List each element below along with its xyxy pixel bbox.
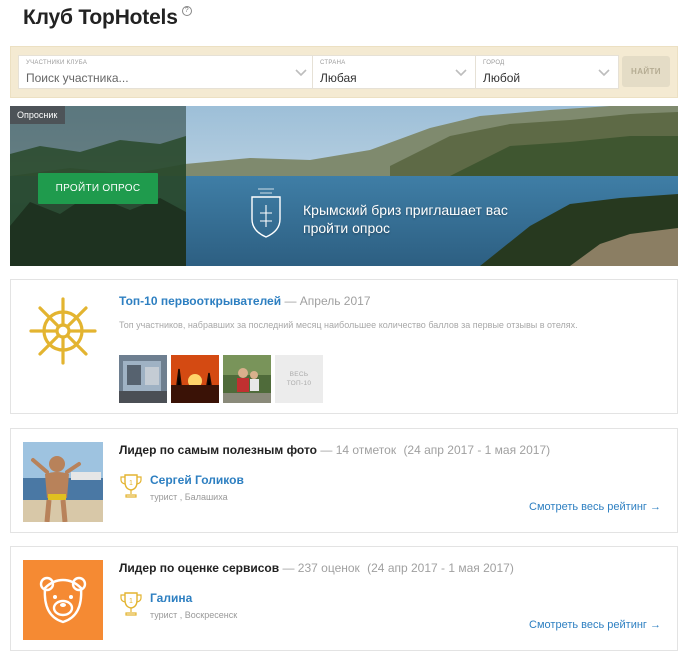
service-leader-dates: (24 апр 2017 - 1 мая 2017) [367,561,514,575]
member-search-field[interactable]: участники клуба Поиск участника... [18,55,316,89]
country-value: Любая [320,71,357,85]
top10-member-thumb[interactable] [119,355,167,403]
photo-leader-title: Лидер по самым полезным фото [119,443,318,457]
top10-description: Топ участников, набравших за последний м… [119,320,578,330]
member-photo [119,355,167,403]
trophy-icon: 1 [120,474,142,498]
view-all-line2: ТОП-10 [286,380,312,387]
take-survey-button[interactable]: ПРОЙТИ ОПРОС [38,173,158,204]
chevron-down-icon[interactable] [294,67,308,79]
chevron-down-icon[interactable] [454,67,468,79]
ship-wheel-icon [29,297,97,365]
photo-rating-link[interactable]: Смотреть весь рейтинг → [529,501,661,513]
city-label: город [483,60,505,66]
member-photo [171,355,219,403]
photo-leader-user-meta: турист , Балашиха [150,492,228,502]
page-title: Клуб TopHotels [23,6,178,29]
trophy-rank: 1 [129,598,133,605]
trophy-icon: 1 [120,592,142,616]
bear-avatar-icon [39,576,87,624]
photo-leader-title-line: Лидер по самым полезным фото — 14 отмето… [119,443,550,457]
service-leader-user-meta: турист , Воскресенск [150,610,238,620]
chevron-down-icon[interactable] [597,67,611,79]
service-leader-avatar[interactable] [23,560,103,640]
photo-leader-card: Лидер по самым полезным фото — 14 отмето… [10,428,678,533]
view-all-line1: ВЕСЬ [289,371,309,378]
banner-invitation-text: Крымский бриз приглашает вас пройти опро… [303,202,508,236]
banner-tag: Опросник [10,106,66,124]
top10-title-link[interactable]: Топ-10 первооткрывателей [119,294,281,308]
top10-thumbnails: ВЕСЬ ТОП-10 [119,355,323,403]
service-rating-link[interactable]: Смотреть весь рейтинг → [529,619,661,631]
member-search-input[interactable]: Поиск участника... [26,71,129,85]
photo-leader-count: — 14 отметок [320,443,397,457]
photo-leader-dates: (24 апр 2017 - 1 мая 2017) [403,443,551,457]
service-leader-card: Лидер по оценке сервисов — 237 оценок (2… [10,546,678,651]
top10-period: — Апрель 2017 [284,294,371,308]
top10-view-all-button[interactable]: ВЕСЬ ТОП-10 [275,355,323,403]
city-select[interactable]: город Любой [475,55,619,89]
trophy-rank: 1 [129,480,133,487]
leader-avatar [23,442,103,522]
help-icon[interactable]: ? [181,6,192,16]
coat-of-arms-icon [251,188,281,238]
page-header: Клуб TopHotels ? [23,4,192,34]
member-search-bar: участники клуба Поиск участника... стран… [10,46,678,98]
member-photo [223,355,271,403]
find-button[interactable]: НАЙТИ [622,56,670,87]
survey-banner[interactable]: Опросник ПРОЙТИ ОПРОС Крымский бриз приг… [10,106,678,266]
leader-photo[interactable] [23,442,103,522]
city-value: Любой [483,71,521,85]
service-leader-title: Лидер по оценке сервисов [119,561,280,575]
member-search-label: участники клуба [26,60,88,66]
photo-leader-user-link[interactable]: Сергей Голиков [150,473,244,487]
service-leader-title-line: Лидер по оценке сервисов — 237 оценок (2… [119,561,514,575]
service-leader-count: — 237 оценок [282,561,360,575]
country-label: страна [320,60,346,66]
top10-title-line: Топ-10 первооткрывателей — Апрель 2017 [119,294,371,308]
top10-card: Топ-10 первооткрывателей — Апрель 2017 Т… [10,279,678,414]
top10-member-thumb[interactable] [171,355,219,403]
service-leader-user-link[interactable]: Галина [150,591,192,605]
country-select[interactable]: страна Любая [312,55,476,89]
top10-member-thumb[interactable] [223,355,271,403]
